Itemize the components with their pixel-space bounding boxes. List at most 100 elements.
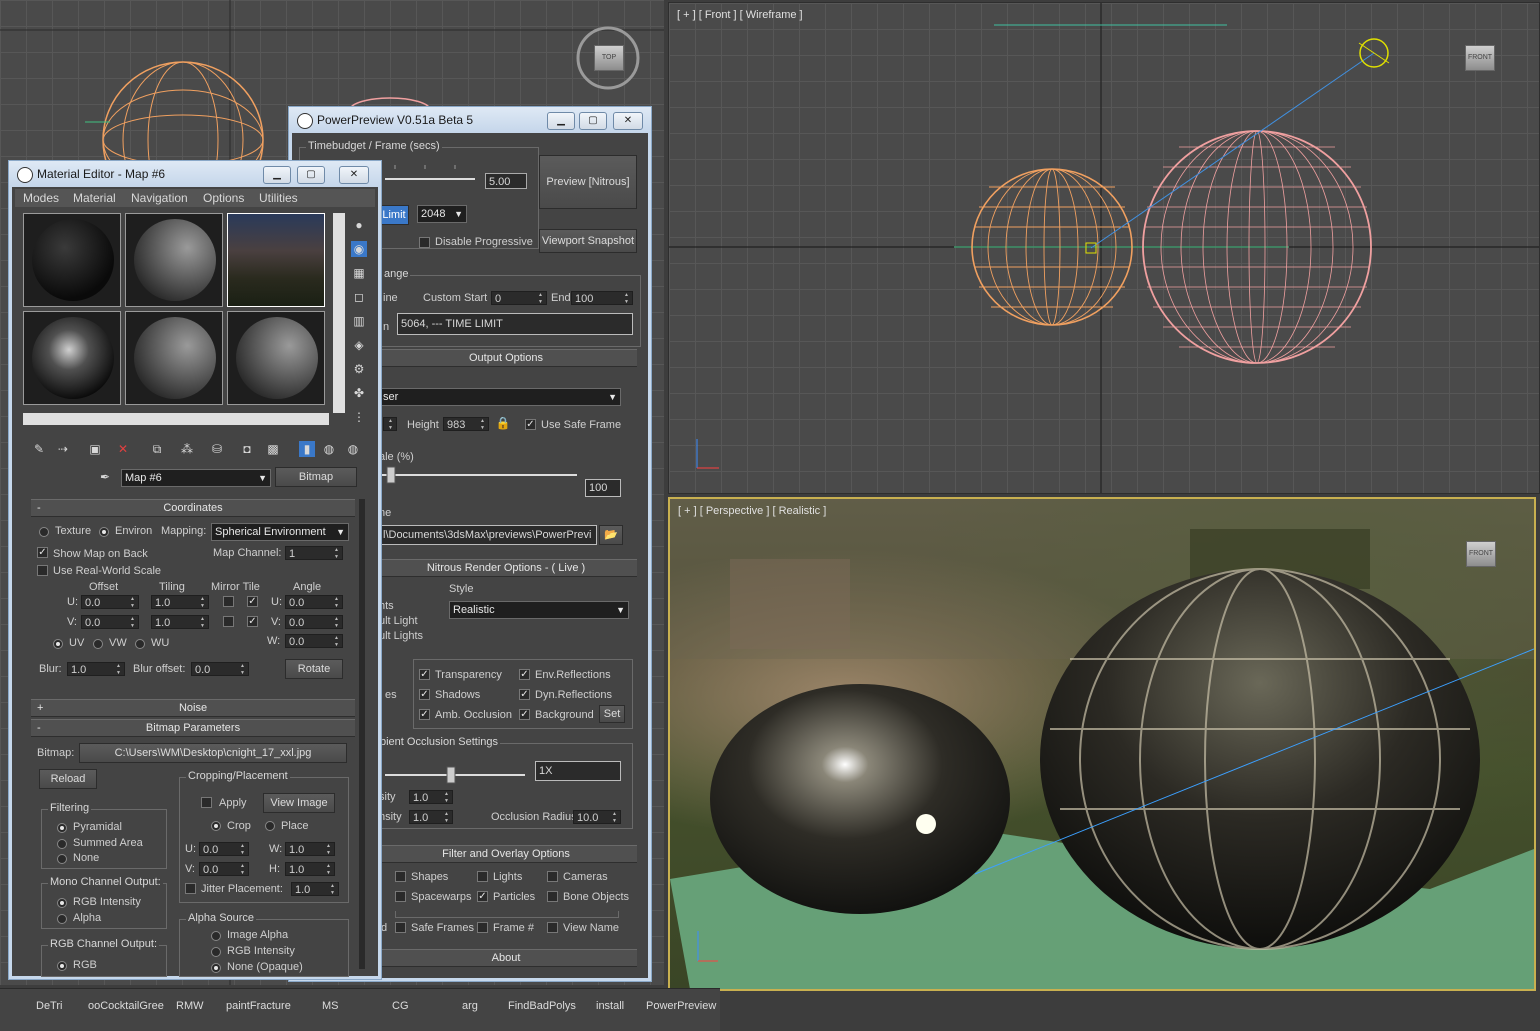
nitrous-options-rollout[interactable]: Nitrous Render Options - ( Live ): [375, 559, 637, 577]
uv-radio[interactable]: [53, 639, 63, 649]
scale-value[interactable]: 100: [585, 479, 621, 497]
background-checker-icon[interactable]: ▦: [351, 265, 367, 281]
crop-u-input[interactable]: 0.0: [199, 842, 249, 857]
jitter-input[interactable]: 1.0: [291, 882, 339, 897]
disable-progressive-checkbox[interactable]: [419, 237, 430, 248]
uv-tiling-icon[interactable]: ◻: [351, 289, 367, 305]
navigator-icon[interactable]: ⋮: [351, 409, 367, 425]
scale-slider[interactable]: [381, 463, 577, 493]
toolbar-button-rmw[interactable]: RMW: [176, 1000, 204, 1012]
width-input[interactable]: [383, 417, 397, 432]
front-viewport[interactable]: [ + ] [ Front ] [ Wireframe ] FRONT: [668, 2, 1540, 494]
vw-radio[interactable]: [93, 639, 103, 649]
make-unique-icon[interactable]: ⁂: [179, 441, 195, 457]
go-forward-sibling-icon[interactable]: ◍: [345, 441, 361, 457]
angle-u-input[interactable]: 0.0: [285, 595, 343, 610]
pyramidal-radio[interactable]: [57, 823, 67, 833]
options-icon[interactable]: ⚙: [351, 361, 367, 377]
toolbar-button-paintfracture[interactable]: paintFracture: [226, 1000, 291, 1012]
sample-slot-2[interactable]: [125, 213, 223, 307]
maximize-button[interactable]: ▢: [579, 112, 607, 130]
reset-map-icon[interactable]: ✕: [115, 441, 131, 457]
output-options-rollout[interactable]: Output Options: [375, 349, 637, 367]
show-end-result-icon[interactable]: ▮: [299, 441, 315, 457]
sample-slot-6[interactable]: [227, 311, 325, 405]
view-image-button[interactable]: View Image: [263, 793, 335, 813]
menu-options[interactable]: Options: [203, 191, 244, 205]
mirror-u-checkbox[interactable]: [223, 596, 234, 607]
intensity-input-1[interactable]: 1.0: [409, 790, 453, 805]
view-name-checkbox[interactable]: [547, 922, 558, 933]
toolbar-button-detri[interactable]: DeTri: [36, 1000, 62, 1012]
crop-w-input[interactable]: 1.0: [285, 842, 335, 857]
sample-slot-5[interactable]: [125, 311, 223, 405]
height-input[interactable]: 983: [443, 417, 489, 432]
mirror-v-checkbox[interactable]: [223, 616, 234, 627]
blur-offset-input[interactable]: 0.0: [191, 662, 249, 677]
viewport-snapshot-button[interactable]: Viewport Snapshot: [539, 229, 637, 253]
browse-folder-button[interactable]: 📂: [599, 525, 623, 545]
summed-area-radio[interactable]: [57, 839, 67, 849]
map-type-button[interactable]: Bitmap: [275, 467, 357, 487]
mono-rgb-intensity-radio[interactable]: [57, 898, 67, 908]
end-input[interactable]: 100: [571, 291, 633, 306]
powerpreview-titlebar[interactable]: PowerPreview V0.51a Beta 5 ▁ ▢ ✕: [289, 107, 651, 133]
toolbar-button-cg[interactable]: CG: [392, 1000, 409, 1012]
timebudget-slider[interactable]: [385, 161, 475, 181]
viewcube-perspective[interactable]: FRONT: [1466, 541, 1496, 567]
menu-modes[interactable]: Modes: [23, 191, 59, 205]
transparency-checkbox[interactable]: ✓: [419, 669, 430, 680]
put-to-scene-icon[interactable]: ⇢: [55, 441, 71, 457]
close-button[interactable]: ✕: [613, 112, 643, 130]
coordinates-rollout[interactable]: - Coordinates: [31, 499, 355, 517]
ao-slider[interactable]: [385, 763, 525, 787]
style-dropdown[interactable]: Realistic ▼: [449, 601, 629, 619]
dyn-reflections-checkbox[interactable]: ✓: [519, 689, 530, 700]
viewcube-front[interactable]: FRONT: [1465, 45, 1495, 71]
map-channel-input[interactable]: 1: [285, 546, 343, 561]
rotate-button[interactable]: Rotate: [285, 659, 343, 679]
menu-navigation[interactable]: Navigation: [131, 191, 188, 205]
about-rollout[interactable]: About: [375, 949, 637, 967]
alpha-rgb-intensity-radio[interactable]: [211, 947, 221, 957]
image-alpha-radio[interactable]: [211, 931, 221, 941]
lock-aspect-icon[interactable]: 🔒: [495, 415, 511, 431]
use-real-world-checkbox[interactable]: [37, 565, 48, 576]
sample-slot-1[interactable]: [23, 213, 121, 307]
material-id-icon[interactable]: ◘: [239, 441, 255, 457]
backlight-icon[interactable]: ◉: [351, 241, 367, 257]
viewcube-top[interactable]: TOP: [594, 45, 624, 71]
limit-dropdown[interactable]: 2048 ▼: [417, 205, 467, 223]
background-checkbox[interactable]: ✓: [519, 709, 530, 720]
timebudget-value[interactable]: 5.00: [485, 173, 527, 189]
offset-u-input[interactable]: 0.0: [81, 595, 139, 610]
bitmap-parameters-rollout[interactable]: - Bitmap Parameters: [31, 719, 355, 737]
rollout-scrollbar[interactable]: [359, 499, 365, 969]
slots-horizontal-scrollbar[interactable]: [23, 413, 329, 425]
jitter-checkbox[interactable]: [185, 883, 196, 894]
rgb-radio[interactable]: [57, 961, 67, 971]
bitmap-path-button[interactable]: C:\Users\WM\Desktop\cnight_17_xxl.jpg: [79, 743, 347, 763]
assign-material-icon[interactable]: ▣: [87, 441, 103, 457]
intensity-input-2[interactable]: 1.0: [409, 810, 453, 825]
perspective-viewport[interactable]: [ + ] [ Perspective ] [ Realistic ] FRON…: [668, 497, 1536, 991]
environ-radio[interactable]: [99, 527, 109, 537]
perspective-viewport-label[interactable]: [ + ] [ Perspective ] [ Realistic ]: [678, 505, 826, 517]
offset-v-input[interactable]: 0.0: [81, 615, 139, 630]
none-opaque-radio[interactable]: [211, 963, 221, 973]
tile-u-checkbox[interactable]: ✓: [247, 596, 258, 607]
use-safe-frame-checkbox[interactable]: ✓: [525, 419, 536, 430]
angle-v-input[interactable]: 0.0: [285, 615, 343, 630]
maximize-button[interactable]: ▢: [297, 166, 325, 184]
ao-quality-field[interactable]: 1X: [535, 761, 621, 781]
limit-button[interactable]: Limit: [379, 205, 409, 225]
mono-alpha-radio[interactable]: [57, 914, 67, 924]
sample-slot-3-bitmap[interactable]: [227, 213, 325, 307]
output-path-field[interactable]: l\Documents\3dsMax\previews\PowerPrevi: [379, 525, 597, 545]
texture-radio[interactable]: [39, 527, 49, 537]
sample-slot-4[interactable]: [23, 311, 121, 405]
toolbar-button-arg[interactable]: arg: [462, 1000, 478, 1012]
frame-number-checkbox[interactable]: [477, 922, 488, 933]
eyedropper-icon[interactable]: ✒: [97, 469, 113, 485]
show-shaded-icon[interactable]: ▩: [265, 441, 281, 457]
